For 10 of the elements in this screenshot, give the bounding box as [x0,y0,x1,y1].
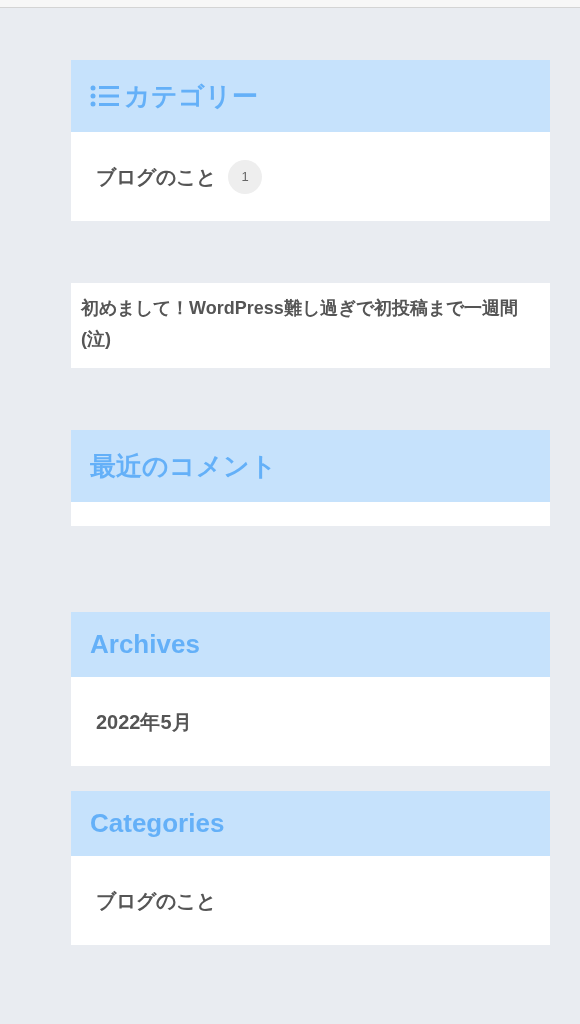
category-link[interactable]: ブログのこと [96,161,216,192]
widget-title: カテゴリー [124,79,258,113]
widget-title: Archives [90,628,200,661]
widget-title: Categories [90,807,225,840]
post-link[interactable]: 初めまして！WordPress難し過ぎで初投稿まで一週間(泣) [81,293,540,355]
list-link[interactable]: 2022年5月 [96,706,525,737]
widget-title: 最近のコメント [90,449,277,483]
list-icon [90,83,120,109]
list-link[interactable]: ブログのこと [96,885,525,916]
post-count: 1 [228,159,262,194]
